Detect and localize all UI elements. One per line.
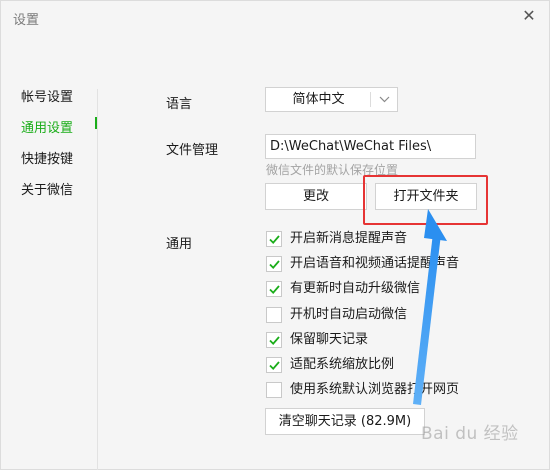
watermark: Bai du 经验 [421, 424, 519, 444]
annotation-arrow-icon [413, 209, 447, 405]
settings-window: 设置 ✕ 帐号设置 通用设置 快捷按键 关于微信 语言 简体中文 文件管理 D:… [0, 0, 550, 470]
